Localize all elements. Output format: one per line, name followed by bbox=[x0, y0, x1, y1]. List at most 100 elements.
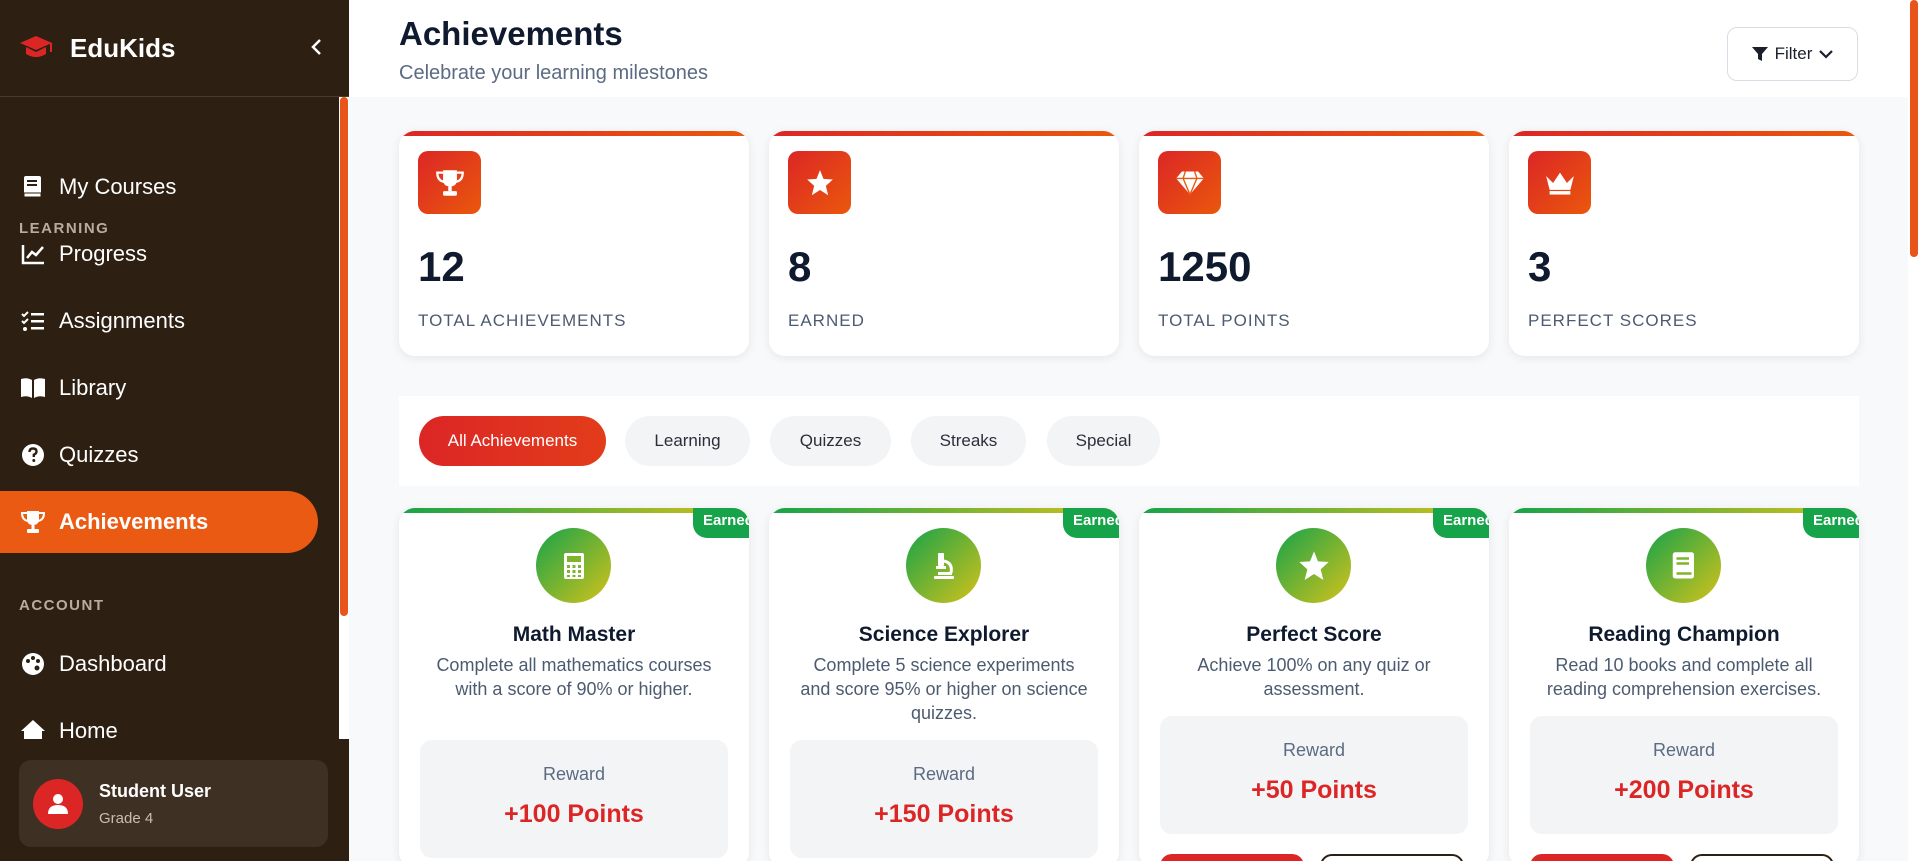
sidebar-item-assignments[interactable]: Assignments bbox=[0, 290, 318, 352]
sidebar-item-dashboard[interactable]: Dashboard bbox=[0, 633, 318, 695]
trophy-icon bbox=[418, 151, 481, 214]
tab-streaks[interactable]: Streaks bbox=[911, 416, 1026, 466]
reward-label: Reward bbox=[1652, 740, 1716, 760]
achievement-card-reading-champion[interactable]: Earned Reading Champion Read 10 books an… bbox=[1509, 508, 1859, 861]
earned-badge: Earned bbox=[1433, 508, 1489, 538]
sidebar-item-label: Library bbox=[59, 375, 127, 400]
achievement-card-perfect-score[interactable]: Earned Perfect Score Achieve 100% on any… bbox=[1139, 508, 1489, 861]
achievement-card-math-master[interactable]: Earned Math Master Complete all mathemat… bbox=[399, 508, 749, 861]
sidebar-item-label: Achievements bbox=[59, 509, 209, 534]
reward-label: Reward bbox=[912, 764, 976, 784]
sidebar-item-quizzes[interactable]: Quizzes bbox=[0, 424, 318, 486]
tab-all-achievements[interactable]: All Achievements bbox=[419, 416, 606, 466]
reward-value: +50 Points bbox=[1251, 776, 1377, 804]
achievement-title: Perfect Score bbox=[1246, 623, 1382, 646]
stat-value: 12 bbox=[418, 243, 465, 290]
crown-icon bbox=[1528, 151, 1591, 214]
sidebar-item-my-courses[interactable]: My Courses bbox=[0, 156, 318, 218]
avatar bbox=[33, 778, 83, 829]
achievement-title: Math Master bbox=[512, 623, 636, 646]
scrollbar-thumb[interactable] bbox=[340, 97, 348, 616]
category-tabs: All Achievements Learning Quizzes Streak… bbox=[399, 396, 1859, 486]
sidebar-item-label: Progress bbox=[59, 241, 148, 266]
earned-badge: Earned bbox=[1063, 508, 1119, 538]
card-accent-bar bbox=[399, 131, 749, 136]
page-scrollbar[interactable] bbox=[1908, 0, 1918, 861]
scrollbar-thumb[interactable] bbox=[1910, 0, 1918, 257]
sidebar-item-library[interactable]: Library bbox=[0, 357, 318, 419]
sidebar-nav[interactable]: LEARNING My Courses Progress Assignments… bbox=[0, 97, 349, 739]
achievement-title: Science Explorer bbox=[858, 623, 1030, 646]
gem-icon bbox=[1158, 151, 1221, 214]
section-label-account: ACCOUNT bbox=[19, 597, 105, 614]
calculator-icon bbox=[536, 528, 611, 603]
earned-badge: Earned bbox=[693, 508, 749, 538]
card-accent-bar bbox=[1139, 131, 1489, 136]
filter-button[interactable]: Filter bbox=[1727, 27, 1858, 81]
achievement-description: Complete 5 science experiments and score… bbox=[800, 655, 1088, 723]
trophy-icon bbox=[20, 509, 46, 535]
sidebar-item-label: Quizzes bbox=[59, 442, 139, 467]
reward-value: +150 Points bbox=[874, 800, 1014, 828]
stat-label: TOTAL ACHIEVEMENTS bbox=[418, 311, 627, 330]
brand: EduKids bbox=[0, 0, 349, 97]
reward-label: Reward bbox=[542, 764, 606, 784]
sidebar-item-achievements[interactable]: Achievements bbox=[0, 491, 318, 553]
stat-value: 3 bbox=[1528, 243, 1552, 290]
chevron-down-icon bbox=[1819, 50, 1834, 59]
graduation-cap-icon bbox=[18, 33, 58, 63]
achievement-description: Achieve 100% on any quiz or assessment. bbox=[1197, 655, 1431, 699]
star-icon bbox=[788, 151, 851, 214]
page-subtitle: Celebrate your learning milestones bbox=[399, 62, 709, 84]
sidebar: EduKids LEARNING My Courses Progress Ass… bbox=[0, 0, 349, 861]
book-icon bbox=[20, 174, 46, 200]
chevron-left-icon bbox=[311, 39, 321, 55]
sidebar-item-label: My Courses bbox=[59, 174, 177, 199]
page-header: Achievements Celebrate your learning mil… bbox=[349, 0, 1918, 97]
tasks-icon bbox=[20, 308, 46, 334]
sidebar-item-label: Dashboard bbox=[59, 651, 167, 676]
user-card[interactable]: Student User Grade 4 bbox=[19, 760, 328, 847]
reward-label: Reward bbox=[1282, 740, 1346, 760]
collapse-sidebar-button[interactable] bbox=[301, 32, 331, 62]
stat-label: EARNED bbox=[788, 311, 865, 330]
reward-box: Reward +50 Points bbox=[1160, 716, 1468, 834]
earned-badge: Earned bbox=[1803, 508, 1859, 538]
achievement-description: Read 10 books and complete all reading c… bbox=[1546, 655, 1822, 699]
tab-special[interactable]: Special bbox=[1047, 416, 1160, 466]
sidebar-item-label: Assignments bbox=[59, 308, 185, 333]
user-grade: Grade 4 bbox=[99, 809, 154, 827]
achievement-card-science-explorer[interactable]: Earned Science Explorer Complete 5 scien… bbox=[769, 508, 1119, 861]
page-title: Achievements bbox=[399, 15, 623, 52]
sidebar-item-progress[interactable]: Progress bbox=[0, 223, 318, 285]
tab-learning[interactable]: Learning bbox=[625, 416, 750, 466]
reward-value: +200 Points bbox=[1614, 776, 1754, 804]
reward-box: Reward +200 Points bbox=[1530, 716, 1838, 834]
primary-action-button[interactable] bbox=[1530, 854, 1674, 861]
stat-card-total-achievements: 12 TOTAL ACHIEVEMENTS bbox=[399, 131, 749, 356]
palette-icon bbox=[20, 651, 46, 677]
question-circle-icon bbox=[20, 442, 46, 468]
reward-box: Reward +100 Points bbox=[420, 740, 728, 858]
filter-icon bbox=[1751, 47, 1768, 61]
tab-quizzes[interactable]: Quizzes bbox=[770, 416, 891, 466]
secondary-action-button[interactable] bbox=[1690, 854, 1834, 861]
achievement-title: Reading Champion bbox=[1588, 623, 1780, 646]
app-name: EduKids bbox=[70, 32, 176, 63]
sidebar-scrollbar[interactable] bbox=[339, 97, 349, 739]
user-name: Student User bbox=[99, 780, 212, 801]
achievement-description: Complete all mathematics courses with a … bbox=[436, 655, 712, 699]
stat-card-perfect-scores: 3 PERFECT SCORES bbox=[1509, 131, 1859, 356]
sidebar-item-home[interactable]: Home bbox=[0, 700, 318, 739]
user-icon bbox=[48, 793, 68, 814]
card-accent-bar bbox=[769, 131, 1119, 136]
card-accent-bar bbox=[1509, 131, 1859, 136]
stat-value: 1250 bbox=[1158, 243, 1252, 290]
secondary-action-button[interactable] bbox=[1320, 854, 1464, 861]
chart-line-icon bbox=[20, 241, 46, 267]
stat-value: 8 bbox=[788, 243, 812, 290]
stat-card-earned: 8 EARNED bbox=[769, 131, 1119, 356]
primary-action-button[interactable] bbox=[1160, 854, 1304, 861]
star-icon bbox=[1276, 528, 1351, 603]
filter-label: Filter bbox=[1774, 44, 1813, 63]
